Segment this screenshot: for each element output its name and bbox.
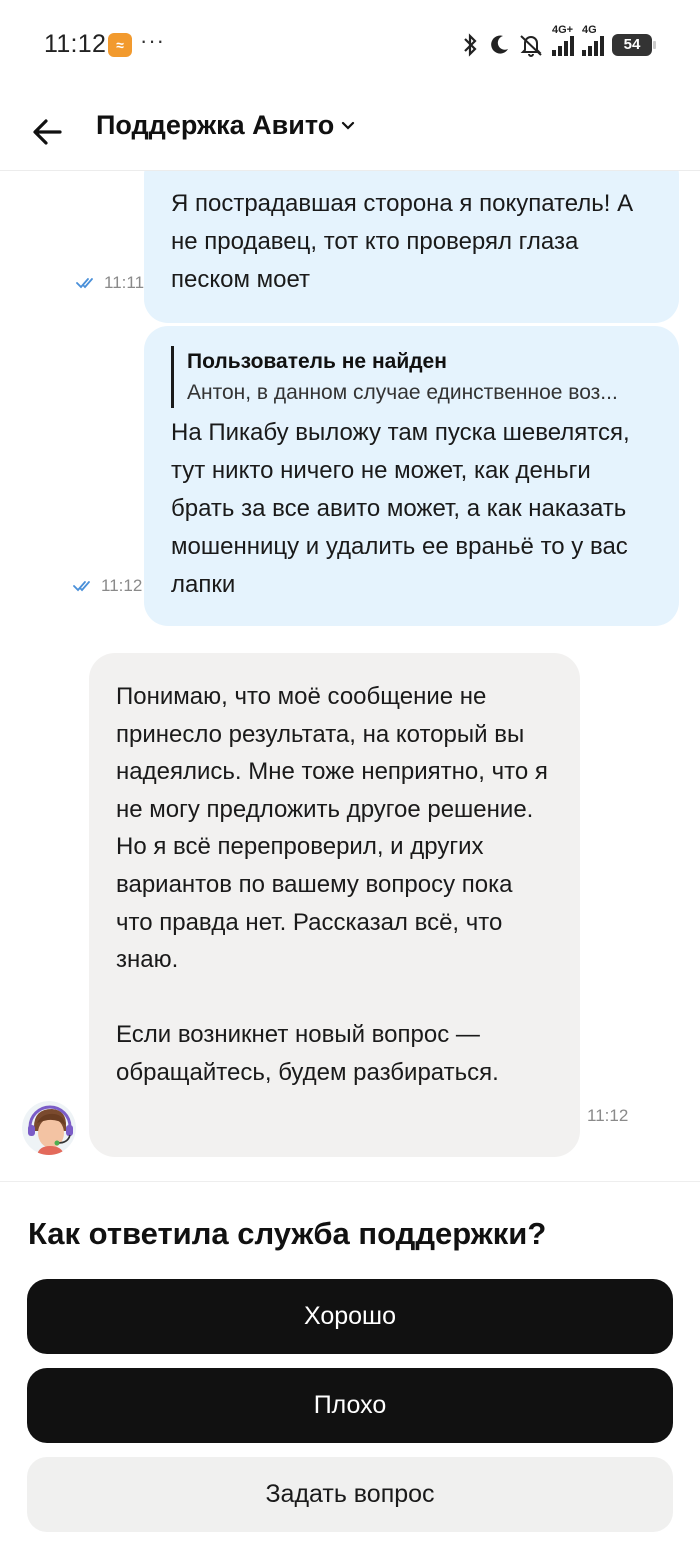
muted-bell-icon — [520, 35, 542, 57]
more-notifications-icon: ··· — [140, 28, 165, 53]
chevron-down-icon — [342, 121, 355, 130]
message-time: 11:11 — [104, 273, 145, 292]
support-agent-avatar — [22, 1101, 76, 1155]
network-type-2: 4G — [582, 24, 597, 36]
quoted-author: Пользователь не найден — [187, 350, 447, 373]
message-paragraph: Если возникнет новый вопрос — обращайтес… — [116, 1021, 499, 1086]
message-list[interactable]: Я пострадавшая сторона я покупатель! А н… — [0, 171, 700, 1181]
incoming-message[interactable]: Понимаю, что моё сообщение не принесло р… — [89, 653, 580, 1157]
chat-header: Поддержка Авито — [0, 90, 700, 171]
message-text: На Пикабу выложу там пуска шевелятся, ту… — [171, 419, 630, 598]
quoted-reply[interactable]: Пользователь не найден Антон, в данном с… — [171, 346, 652, 408]
back-arrow-icon[interactable] — [28, 112, 68, 152]
do-not-disturb-moon-icon — [491, 35, 508, 54]
status-icons: 4G+ 4G 54 — [460, 24, 656, 60]
outgoing-message-with-reply[interactable]: Пользователь не найден Антон, в данном с… — [144, 326, 679, 626]
network-type-1: 4G+ — [552, 24, 574, 36]
rating-question: Как ответила служба поддержки? — [28, 1216, 547, 1251]
status-bar: 11:12 ≈ ··· 4G+ 4G 54 — [0, 0, 700, 90]
signal-icon-1: 4G+ — [552, 24, 574, 56]
status-time: 11:12 — [44, 30, 107, 58]
chat-title: Поддержка Авито — [96, 110, 335, 140]
battery-icon: 54 — [612, 34, 656, 56]
bluetooth-icon — [464, 33, 477, 57]
quoted-text: Антон, в данном случае единственное воз.… — [187, 381, 618, 404]
ask-question-button[interactable]: Задать вопрос — [27, 1457, 673, 1532]
message-time: 11:12 — [101, 576, 143, 595]
message-meta: 11:12 — [73, 576, 142, 596]
signal-icon-2: 4G — [582, 24, 604, 56]
message-paragraph: Понимаю, что моё сообщение не принесло р… — [116, 683, 548, 974]
rate-good-button[interactable]: Хорошо — [27, 1279, 673, 1354]
support-rating-panel: Как ответила служба поддержки? Хорошо Пл… — [0, 1181, 700, 1557]
message-meta: 11:11 — [76, 273, 144, 293]
outgoing-message[interactable]: Я пострадавшая сторона я покупатель! А н… — [144, 171, 679, 323]
message-time: 11:12 — [587, 1106, 629, 1125]
rate-bad-button[interactable]: Плохо — [27, 1368, 673, 1443]
double-check-read-icon — [76, 278, 93, 289]
message-text: Я пострадавшая сторона я покупатель! А н… — [171, 190, 634, 293]
chat-title-dropdown[interactable]: Поддержка Авито — [96, 110, 356, 141]
app-notification-icon: ≈ — [108, 33, 132, 57]
double-check-read-icon — [73, 581, 90, 592]
message-meta: 11:12 — [587, 1106, 628, 1126]
